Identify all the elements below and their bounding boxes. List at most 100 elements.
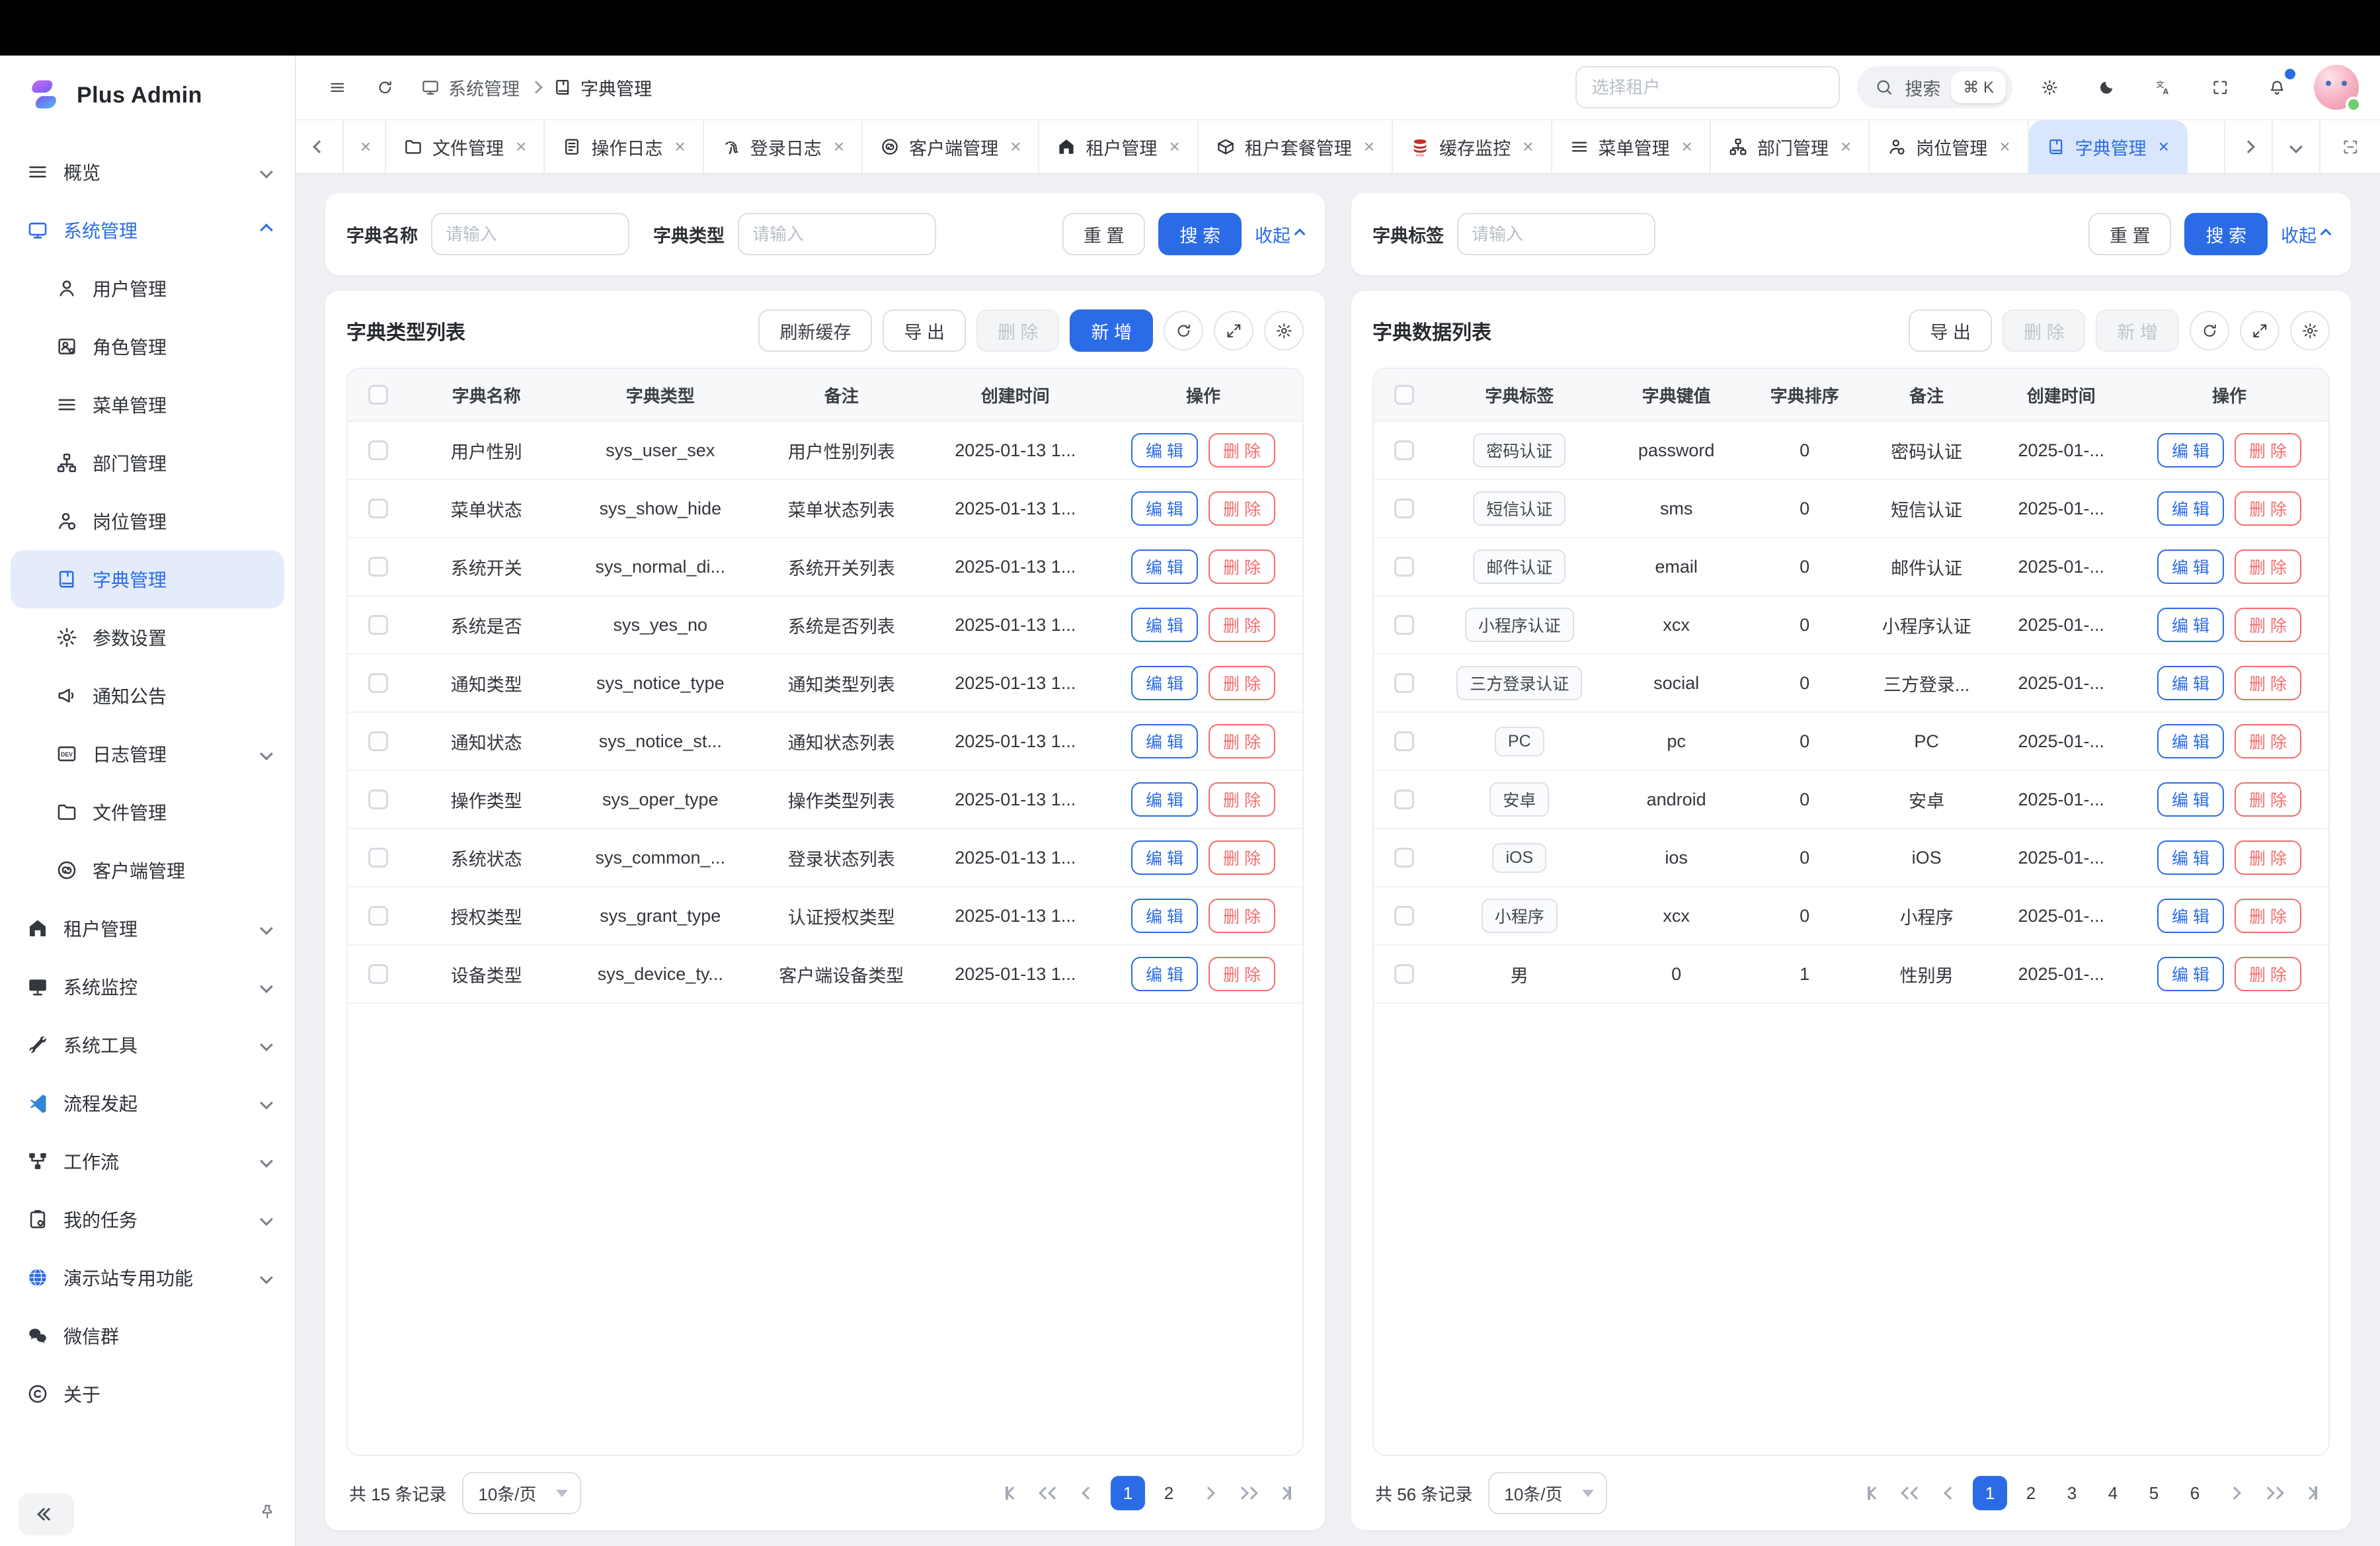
select-all-checkbox[interactable]: [368, 385, 388, 405]
table-settings-button[interactable]: [1264, 311, 1304, 350]
sidebar-item-日志管理[interactable]: DEV日志管理: [11, 725, 284, 783]
sidebar-item-租户管理[interactable]: 租户管理: [11, 899, 284, 957]
pagination-prev[interactable]: [1072, 1477, 1104, 1509]
filter-input[interactable]: [1457, 213, 1655, 255]
sidebar-item-客户端管理[interactable]: 客户端管理: [11, 841, 284, 899]
row-checkbox[interactable]: [368, 499, 388, 518]
delete-button[interactable]: 删 除: [1209, 491, 1275, 526]
row-checkbox[interactable]: [1394, 440, 1414, 460]
edit-button[interactable]: 编 辑: [2157, 840, 2224, 875]
delete-button[interactable]: 删 除: [1209, 840, 1275, 875]
sidebar-item-通知公告[interactable]: 通知公告: [11, 667, 284, 725]
row-checkbox[interactable]: [1394, 848, 1414, 868]
row-checkbox[interactable]: [368, 615, 388, 635]
tab-客户端管理[interactable]: 客户端管理×: [863, 120, 1039, 173]
row-checkbox[interactable]: [368, 440, 388, 460]
pagination-page-1[interactable]: 1: [1973, 1476, 2007, 1510]
delete-button[interactable]: 删 除: [2235, 433, 2301, 468]
tab-部门管理[interactable]: 部门管理×: [1711, 120, 1870, 173]
sidebar-item-流程发起[interactable]: 流程发起: [11, 1074, 284, 1132]
global-search-button[interactable]: 搜索 ⌘ K: [1857, 66, 2012, 108]
page-size-select[interactable]: 10条/页: [462, 1472, 581, 1514]
pagination-last[interactable]: [1269, 1477, 1301, 1509]
toolbar-button-新增[interactable]: 新 增: [1070, 309, 1153, 352]
row-checkbox[interactable]: [368, 790, 388, 809]
sidebar-item-系统监控[interactable]: 系统监控: [11, 957, 284, 1016]
delete-button[interactable]: 删 除: [2235, 491, 2301, 526]
pagination-next[interactable]: [1193, 1477, 1224, 1509]
sidebar-item-关于[interactable]: 关于: [11, 1365, 284, 1423]
reset-button[interactable]: 重 置: [1062, 213, 1146, 255]
sidebar-collapse-button[interactable]: [19, 1493, 74, 1535]
pagination-page-5[interactable]: 5: [2137, 1476, 2171, 1510]
toolbar-button-导出[interactable]: 导 出: [883, 309, 966, 352]
language-translate-icon[interactable]: 文A: [2143, 67, 2183, 107]
pagination-page-6[interactable]: 6: [2178, 1476, 2212, 1510]
sidebar-item-岗位管理[interactable]: 岗位管理: [11, 492, 284, 550]
close-icon[interactable]: ×: [1841, 138, 1851, 156]
sidebar-item-演示站专用功能[interactable]: 演示站专用功能: [11, 1248, 284, 1307]
sidebar-item-微信群[interactable]: 微信群: [11, 1307, 284, 1365]
edit-button[interactable]: 编 辑: [1131, 666, 1198, 700]
filter-input[interactable]: [431, 213, 629, 255]
sidebar-item-参数设置[interactable]: 参数设置: [11, 608, 284, 667]
delete-button[interactable]: 删 除: [1209, 724, 1275, 758]
tenant-select-input[interactable]: [1575, 66, 1840, 108]
tabs-scroll-right-button[interactable]: [2224, 120, 2272, 173]
pagination-last[interactable]: [2295, 1477, 2327, 1509]
edit-button[interactable]: 编 辑: [2157, 491, 2224, 526]
close-icon[interactable]: ×: [1523, 138, 1533, 156]
refresh-page-button[interactable]: [365, 67, 405, 107]
select-all-checkbox[interactable]: [1394, 385, 1414, 405]
tab-字典管理[interactable]: 字典管理×: [2029, 120, 2188, 173]
search-button[interactable]: 搜 索: [2184, 213, 2268, 255]
edit-button[interactable]: 编 辑: [2157, 782, 2224, 817]
tab-登录日志[interactable]: 登录日志×: [704, 120, 863, 173]
row-checkbox[interactable]: [1394, 499, 1414, 518]
delete-button[interactable]: 删 除: [2235, 957, 2301, 991]
content-maximize-button[interactable]: [2319, 120, 2380, 173]
expand-table-button[interactable]: [2240, 311, 2280, 350]
pagination-page-1[interactable]: 1: [1111, 1476, 1145, 1510]
refresh-table-button[interactable]: [2190, 311, 2229, 350]
tab-文件管理[interactable]: 文件管理×: [386, 120, 545, 173]
row-checkbox[interactable]: [1394, 906, 1414, 926]
delete-button[interactable]: 删 除: [2235, 549, 2301, 584]
close-icon[interactable]: ×: [1682, 138, 1692, 156]
user-avatar[interactable]: [2314, 65, 2359, 110]
delete-button[interactable]: 删 除: [2235, 840, 2301, 875]
edit-button[interactable]: 编 辑: [2157, 608, 2224, 642]
sidebar-item-概览[interactable]: 概览: [11, 143, 284, 201]
toolbar-button-导出[interactable]: 导 出: [1909, 309, 1992, 352]
sidebar-item-工作流[interactable]: 工作流: [11, 1132, 284, 1190]
edit-button[interactable]: 编 辑: [2157, 899, 2224, 933]
sidebar-item-文件管理[interactable]: 文件管理: [11, 783, 284, 841]
edit-button[interactable]: 编 辑: [2157, 957, 2224, 991]
pagination-jump-prev[interactable]: [1034, 1477, 1066, 1509]
breadcrumb-dict[interactable]: 字典管理: [553, 75, 652, 101]
close-icon[interactable]: ×: [516, 138, 526, 156]
row-checkbox[interactable]: [368, 557, 388, 577]
row-checkbox[interactable]: [1394, 557, 1414, 577]
close-icon[interactable]: ×: [360, 138, 371, 156]
pagination-next[interactable]: [2219, 1477, 2250, 1509]
delete-button[interactable]: 删 除: [2235, 608, 2301, 642]
pin-icon[interactable]: [258, 1503, 276, 1526]
delete-button[interactable]: 删 除: [1209, 899, 1275, 933]
pagination-page-2[interactable]: 2: [1152, 1476, 1186, 1510]
dark-mode-moon-icon[interactable]: [2086, 67, 2126, 107]
settings-gear-icon[interactable]: [2030, 67, 2069, 107]
tab-partial[interactable]: ×: [344, 120, 386, 173]
row-checkbox[interactable]: [368, 964, 388, 984]
edit-button[interactable]: 编 辑: [1131, 433, 1198, 468]
edit-button[interactable]: 编 辑: [2157, 433, 2224, 468]
edit-button[interactable]: 编 辑: [1131, 840, 1198, 875]
delete-button[interactable]: 删 除: [2235, 724, 2301, 758]
delete-button[interactable]: 删 除: [2235, 666, 2301, 700]
tabs-dropdown-button[interactable]: [2272, 120, 2319, 173]
row-checkbox[interactable]: [368, 906, 388, 926]
edit-button[interactable]: 编 辑: [1131, 899, 1198, 933]
tab-岗位管理[interactable]: 岗位管理×: [1870, 120, 2028, 173]
close-icon[interactable]: ×: [1999, 138, 2010, 156]
delete-button[interactable]: 删 除: [1209, 782, 1275, 817]
